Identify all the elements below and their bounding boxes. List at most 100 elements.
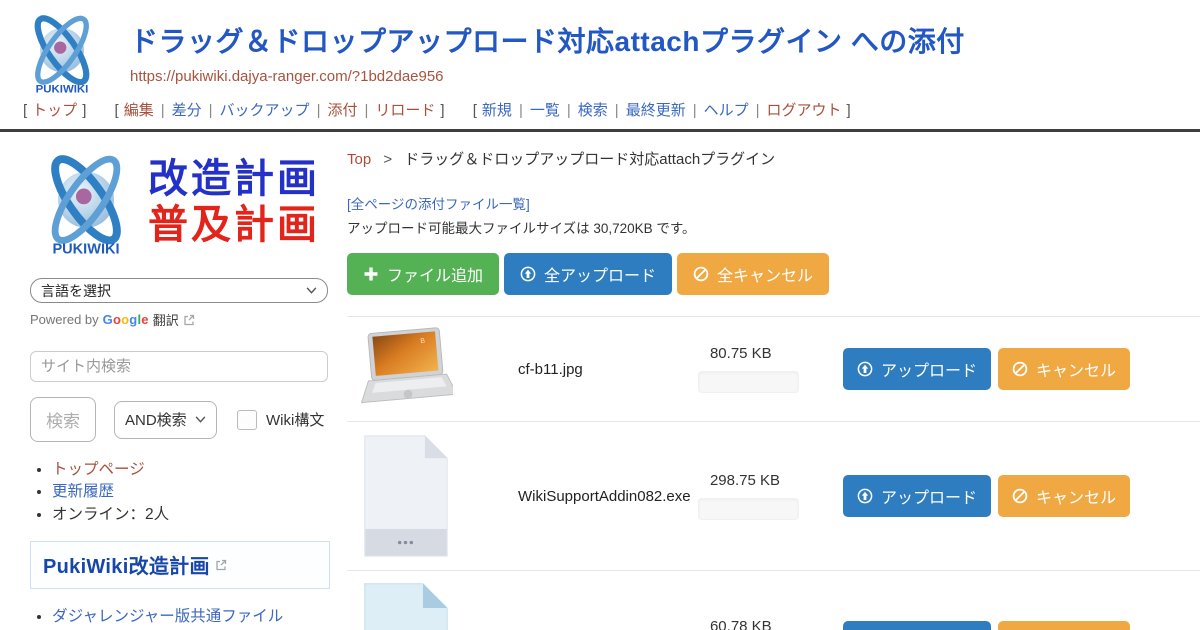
pukiwiki-logo-text: PUKIWIKI: [36, 83, 89, 95]
nav-item-list[interactable]: 一覧: [530, 102, 560, 119]
upload-button[interactable]: アップロード: [843, 475, 991, 517]
page-url-link[interactable]: https://pukiwiki.dajya-ranger.com/?1bd2d…: [130, 68, 444, 85]
banner-kaizou: 改造計画: [148, 156, 320, 202]
sidebar-banner: PUKIWIKI 改造計画 普及計画: [30, 146, 329, 258]
site-search-input[interactable]: [30, 351, 328, 382]
banner-fukyuu: 普及計画: [148, 202, 320, 248]
sidebar-links-bottom: ダジャレンジャー版共通ファイル PukiWiki本体改造 PukiWikiテキス…: [30, 606, 329, 630]
file-name: cf-b11.jpg: [472, 361, 698, 378]
upload-all-button[interactable]: 全アップロード: [504, 253, 672, 295]
nav-item-recent[interactable]: 最終更新: [626, 102, 686, 119]
online-count: オンライン：2人: [52, 506, 169, 523]
sidebar-item-toppage[interactable]: トップページ: [52, 461, 145, 478]
breadcrumb-home-link[interactable]: Top: [347, 151, 371, 168]
upload-button[interactable]: アップロード: [843, 621, 991, 630]
nav-group-page: [編集|差分|バックアップ|添付|リロード]: [110, 102, 450, 119]
file-row: B cf-b11.jpg 80.75 KB: [347, 316, 1200, 421]
nav-item-search[interactable]: 検索: [578, 102, 608, 119]
chevron-down-icon: [306, 287, 317, 294]
bracket: [: [23, 102, 27, 119]
code-file-icon: </>: [357, 579, 454, 630]
nav-item-reload[interactable]: リロード: [375, 102, 435, 119]
cancel-button[interactable]: キャンセル: [998, 475, 1130, 517]
list-item: ダジャレンジャー版共通ファイル: [52, 606, 329, 628]
wiki-syntax-checkbox[interactable]: [237, 410, 257, 430]
language-select-value: 言語を選択: [41, 281, 111, 301]
file-row: WikiSupportAddin082.exe 298.75 KB アップロード: [347, 421, 1200, 570]
search-mode-select[interactable]: AND検索: [114, 401, 217, 439]
powered-by-label: Powered by: [30, 312, 99, 327]
bracket: ]: [440, 102, 444, 119]
file-name: WikiSupportAddin082.exe: [472, 488, 698, 505]
plus-icon: [363, 266, 379, 282]
upload-progress-bar: [698, 498, 799, 520]
external-link-icon: [215, 559, 227, 571]
list-item: トップページ: [52, 459, 329, 481]
file-size: 60.78 KB: [698, 618, 833, 630]
external-link-icon: [183, 314, 195, 326]
bracket: [: [115, 102, 119, 119]
cancel-button[interactable]: キャンセル: [998, 348, 1130, 390]
google-translate-credit: Powered by Google 翻訳: [30, 310, 329, 329]
nav-item-attach[interactable]: 添付: [327, 102, 357, 119]
search-mode-value: AND検索: [125, 409, 187, 430]
pukiwiki-logo-icon: PUKIWIKI: [18, 8, 106, 96]
max-upload-size-text: アップロード可能最大ファイルサイズは 30,720KB です。: [347, 217, 1200, 237]
breadcrumb-current: ドラッグ＆ドロップアップロード対応attachプラグイン: [404, 151, 775, 168]
cancel-all-button[interactable]: 全キャンセル: [677, 253, 829, 295]
nav-item-logout[interactable]: ログアウト: [767, 102, 842, 119]
sidebar-section-heading: PukiWiki改造計画: [30, 541, 330, 589]
all-pages-attach-list-link[interactable]: [全ページの添付ファイル一覧]: [347, 193, 530, 213]
separator: |: [519, 102, 523, 119]
sidebar-links-top: トップページ 更新履歴 オンライン：2人: [30, 459, 329, 526]
breadcrumb-separator: >: [383, 151, 392, 168]
nav-group-top: [ トップ]: [18, 102, 91, 119]
nav-item-help[interactable]: ヘルプ: [704, 102, 749, 119]
bracket: ]: [847, 102, 851, 119]
page-title: ドラッグ＆ドロップアップロード対応attachプラグイン への添付: [130, 20, 965, 60]
top-navbar: [トップ] [編集|差分|バックアップ|添付|リロード] [新規|一覧|検索|最…: [0, 96, 1200, 132]
file-size: 298.75 KB: [698, 472, 833, 489]
search-button[interactable]: 検索: [30, 397, 96, 442]
nav-item-diff[interactable]: 差分: [172, 102, 202, 119]
generic-file-icon: [357, 430, 454, 562]
sidebar-item-history[interactable]: 更新履歴: [52, 483, 114, 500]
separator: |: [693, 102, 697, 119]
language-select[interactable]: 言語を選択: [30, 278, 328, 303]
add-files-button[interactable]: ファイル追加: [347, 253, 499, 295]
sidebar: PUKIWIKI 改造計画 普及計画 言語を選択 Powered by Goog…: [0, 132, 345, 630]
upload-button[interactable]: アップロード: [843, 348, 991, 390]
section-title-link[interactable]: PukiWiki改造計画: [43, 550, 210, 579]
list-item: オンライン：2人: [52, 504, 329, 526]
nav-item-new[interactable]: 新規: [482, 102, 512, 119]
cancel-button[interactable]: キャンセル: [998, 621, 1130, 630]
separator: |: [756, 102, 760, 119]
wiki-syntax-label: Wiki構文: [266, 409, 324, 430]
upload-file-list: B cf-b11.jpg 80.75 KB: [347, 316, 1200, 630]
search-controls: 検索 AND検索 Wiki構文: [30, 397, 329, 442]
breadcrumb: Top > ドラッグ＆ドロップアップロード対応attachプラグイン: [347, 148, 1200, 169]
separator: |: [161, 102, 165, 119]
upload-toolbar: ファイル追加 全アップロード 全キャンセル: [347, 253, 1200, 295]
nav-item-backup[interactable]: バックアップ: [220, 102, 310, 119]
file-row: </> contents.html 60.78 KB アップロード: [347, 570, 1200, 630]
laptop-photo-thumbnail: B: [357, 325, 453, 413]
pukiwiki-logo-icon: PUKIWIKI: [30, 146, 142, 258]
main-content: Top > ドラッグ＆ドロップアップロード対応attachプラグイン [全ページ…: [345, 132, 1200, 630]
pukiwiki-logo-text: PUKIWIKI: [52, 242, 119, 258]
list-item: 更新履歴: [52, 481, 329, 503]
nav-item-edit[interactable]: 編集: [124, 102, 154, 119]
upload-circle-icon: [857, 361, 873, 377]
separator: |: [567, 102, 571, 119]
translate-link[interactable]: 翻訳: [153, 310, 179, 329]
page-header: PUKIWIKI ドラッグ＆ドロップアップロード対応attachプラグイン への…: [0, 0, 1200, 96]
file-size: 80.75 KB: [698, 345, 833, 362]
ban-icon: [1012, 488, 1028, 504]
nav-item-top[interactable]: トップ: [32, 102, 77, 119]
bracket: ]: [82, 102, 86, 119]
code-glyph: </>: [369, 622, 442, 630]
chevron-down-icon: [195, 416, 206, 423]
ban-icon: [693, 266, 709, 282]
upload-progress-bar: [698, 371, 799, 393]
sidebar-item-common-files[interactable]: ダジャレンジャー版共通ファイル: [52, 608, 283, 625]
